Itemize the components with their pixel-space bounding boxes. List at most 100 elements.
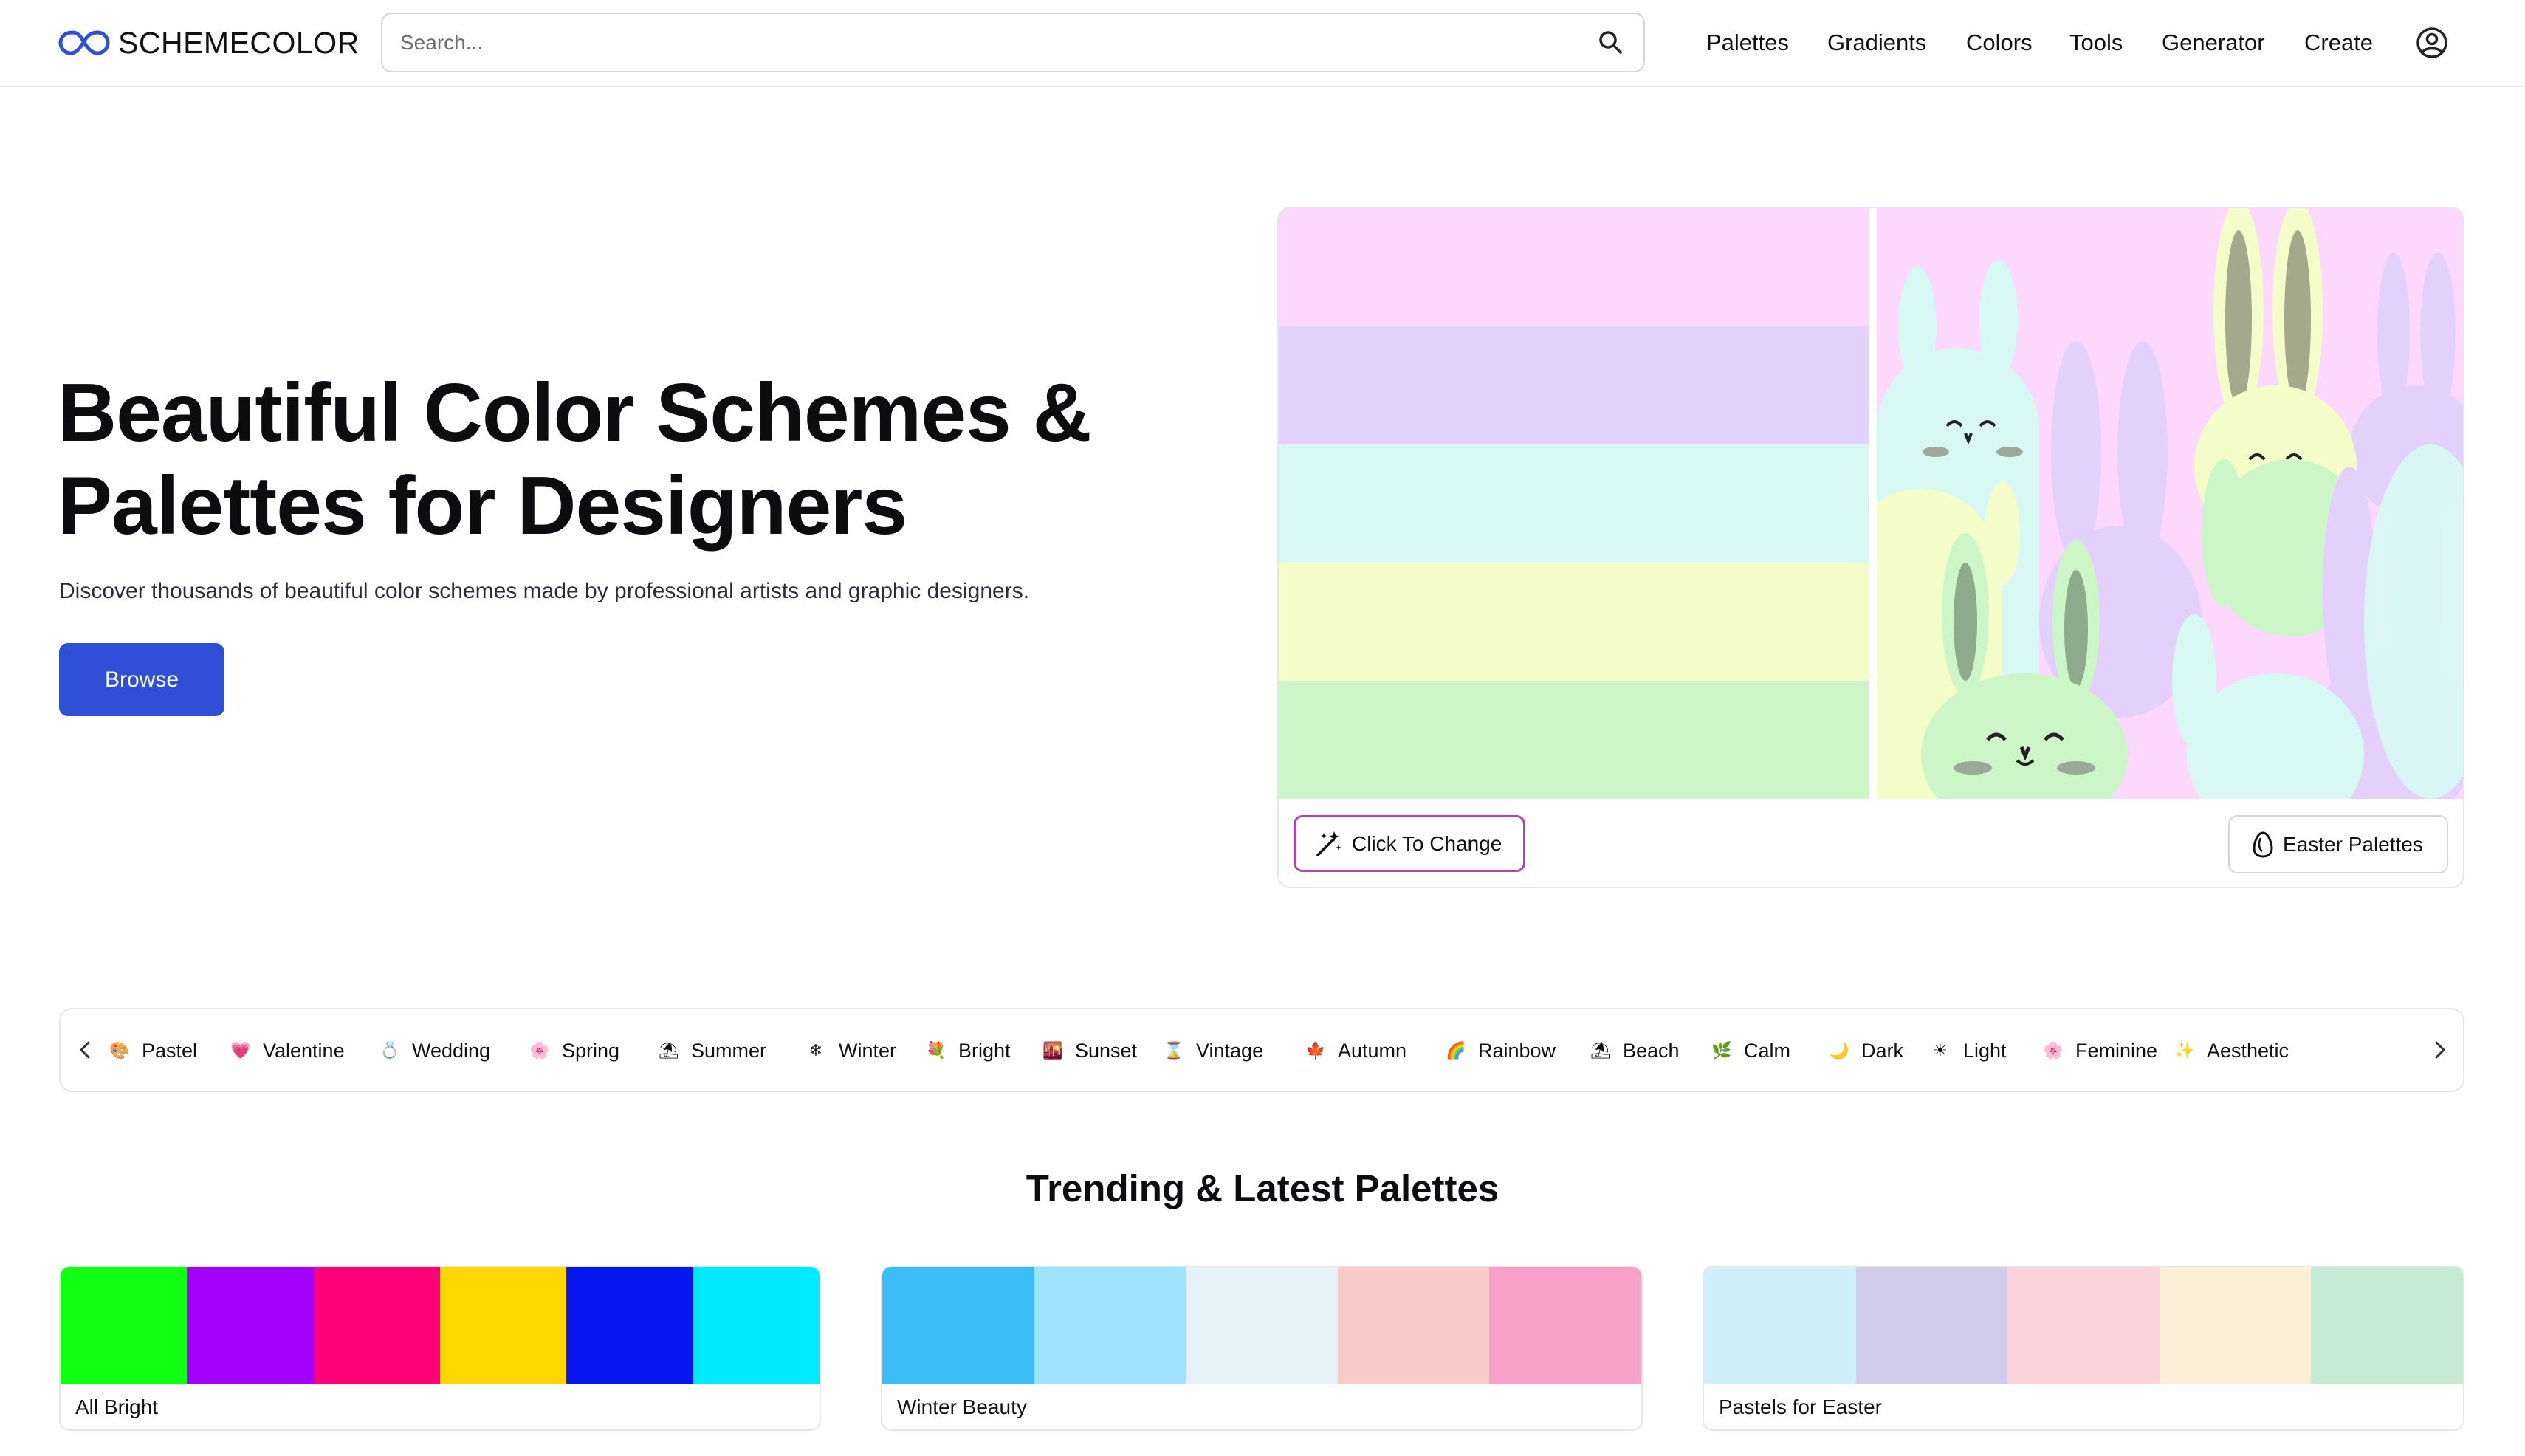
category-emoji-icon: 💐 [926, 1041, 947, 1060]
color-swatch[interactable] [566, 1267, 693, 1384]
palette-card[interactable]: All Bright [59, 1266, 821, 1431]
category-label: Light [1963, 1039, 2007, 1062]
category-emoji-icon: ✨ [2174, 1041, 2195, 1060]
category-label: Wedding [412, 1039, 491, 1062]
color-swatch[interactable] [439, 1267, 567, 1384]
site-logo[interactable]: SCHEMECOLOR [58, 22, 360, 63]
category-emoji-icon: ⛱ [1590, 1041, 1611, 1060]
category-summer[interactable]: ⛱ Summer [659, 1033, 766, 1068]
color-stripe[interactable] [1279, 444, 1869, 563]
search-box[interactable] [381, 13, 1645, 72]
user-account-icon[interactable] [2414, 25, 2450, 61]
category-emoji-icon: 🌸 [529, 1041, 550, 1060]
hero-title: Beautiful Color Schemes & Palettes for D… [58, 366, 1209, 552]
infinity-logo-icon [58, 30, 110, 55]
category-autumn[interactable]: 🍁 Autumn [1305, 1033, 1406, 1068]
category-emoji-icon: 💗 [230, 1041, 251, 1060]
color-stripe[interactable] [1279, 681, 1869, 799]
chevron-right-icon[interactable] [2423, 1034, 2456, 1066]
hero-title-line2: Palettes for Designers [58, 460, 907, 552]
easter-bunnies-illustration [1877, 208, 2463, 799]
egg-icon [2253, 831, 2273, 858]
nav-gradients[interactable]: Gradients [1827, 22, 1926, 63]
category-label: Dark [1861, 1039, 1904, 1062]
category-valentine[interactable]: 💗 Valentine [230, 1033, 345, 1068]
category-emoji-icon: 🌿 [1711, 1041, 1732, 1060]
palette-swatches[interactable] [882, 1267, 1641, 1384]
category-label: Rainbow [1478, 1039, 1556, 1062]
category-vintage[interactable]: ⌛ Vintage [1164, 1033, 1263, 1068]
category-label: Feminine [2075, 1039, 2158, 1062]
category-emoji-icon: 🌸 [2043, 1041, 2064, 1060]
color-swatch[interactable] [313, 1267, 440, 1384]
category-dark[interactable]: 🌙 Dark [1829, 1033, 1903, 1068]
color-swatch[interactable] [1034, 1267, 1186, 1384]
color-swatch[interactable] [1704, 1267, 1856, 1384]
color-swatch[interactable] [1337, 1267, 1490, 1384]
category-beach[interactable]: ⛱ Beach [1590, 1033, 1680, 1068]
color-swatch[interactable] [693, 1267, 820, 1384]
palette-card[interactable]: Pastels for Easter [1703, 1266, 2464, 1431]
category-emoji-icon: ⌛ [1164, 1041, 1184, 1060]
category-emoji-icon: 💍 [379, 1041, 400, 1060]
category-emoji-icon: 🌙 [1829, 1041, 1849, 1060]
search-input[interactable] [400, 30, 1596, 55]
color-swatch[interactable] [187, 1267, 314, 1384]
search-icon[interactable] [1596, 28, 1626, 58]
click-to-change-label: Click To Change [1352, 831, 1502, 855]
site-header: SCHEMECOLOR Palettes Gradients Colors To… [0, 0, 2525, 87]
click-to-change-button[interactable]: Click To Change [1294, 815, 1525, 872]
category-emoji-icon: ☀ [1933, 1041, 1948, 1060]
category-spring[interactable]: 🌸 Spring [529, 1033, 619, 1068]
palette-name: Pastels for Easter [1719, 1395, 1882, 1418]
category-label: Pastel [142, 1039, 198, 1062]
color-swatch[interactable] [882, 1267, 1034, 1384]
nav-palettes[interactable]: Palettes [1706, 22, 1789, 63]
color-swatch[interactable] [61, 1267, 188, 1384]
palette-stripes[interactable] [1279, 208, 1869, 799]
category-light[interactable]: ☀ Light [1931, 1033, 2007, 1068]
nav-colors[interactable]: Colors [1966, 22, 2033, 63]
browse-button[interactable]: Browse [59, 643, 224, 716]
category-sunset[interactable]: 🌇 Sunset [1042, 1033, 1137, 1068]
category-label: Beach [1623, 1039, 1680, 1062]
color-stripe[interactable] [1279, 208, 1869, 326]
color-swatch[interactable] [1855, 1267, 2008, 1384]
category-emoji-icon: 🍁 [1305, 1041, 1326, 1060]
category-feminine[interactable]: 🌸 Feminine [2043, 1033, 2157, 1068]
category-label: Spring [562, 1039, 620, 1062]
category-rainbow[interactable]: 🌈 Rainbow [1446, 1033, 1556, 1068]
category-pastel[interactable]: 🎨 Pastel [109, 1033, 197, 1068]
nav-generator[interactable]: Generator [2162, 22, 2265, 63]
category-winter[interactable]: ❄ Winter [806, 1033, 896, 1068]
easter-palettes-label: Easter Palettes [2283, 832, 2423, 856]
category-emoji-icon: 🌈 [1446, 1041, 1466, 1060]
category-label: Calm [1744, 1039, 1791, 1062]
hero-title-line1: Beautiful Color Schemes & [58, 367, 1092, 459]
category-calm[interactable]: 🌿 Calm [1711, 1033, 1790, 1068]
color-swatch[interactable] [1489, 1267, 1641, 1384]
category-emoji-icon: 🌇 [1042, 1041, 1063, 1060]
category-bright[interactable]: 💐 Bright [926, 1033, 1011, 1068]
divider [1869, 208, 1877, 799]
color-swatch[interactable] [1186, 1267, 1338, 1384]
nav-tools[interactable]: Tools [2069, 22, 2123, 63]
category-label: Winter [839, 1039, 897, 1062]
category-wedding[interactable]: 💍 Wedding [379, 1033, 490, 1068]
color-swatch[interactable] [2159, 1267, 2312, 1384]
color-stripe[interactable] [1279, 326, 1869, 444]
nav-create[interactable]: Create [2304, 22, 2373, 63]
color-swatch[interactable] [2007, 1267, 2160, 1384]
palette-swatches[interactable] [1704, 1267, 2463, 1384]
palette-swatches[interactable] [61, 1267, 820, 1384]
palette-card[interactable]: Winter Beauty [881, 1266, 1643, 1431]
category-emoji-icon: 🎨 [109, 1041, 130, 1060]
color-stripe[interactable] [1279, 563, 1869, 681]
color-swatch[interactable] [2311, 1267, 2463, 1384]
easter-palettes-button[interactable]: Easter Palettes [2228, 815, 2448, 873]
category-aesthetic[interactable]: ✨ Aesthetic [2174, 1033, 2289, 1068]
featured-palette-card: Click To Change Easter Palettes [1277, 207, 2464, 888]
chevron-left-icon[interactable] [69, 1034, 102, 1066]
category-emoji-icon: ⛱ [659, 1041, 679, 1060]
category-label: Summer [691, 1039, 767, 1062]
